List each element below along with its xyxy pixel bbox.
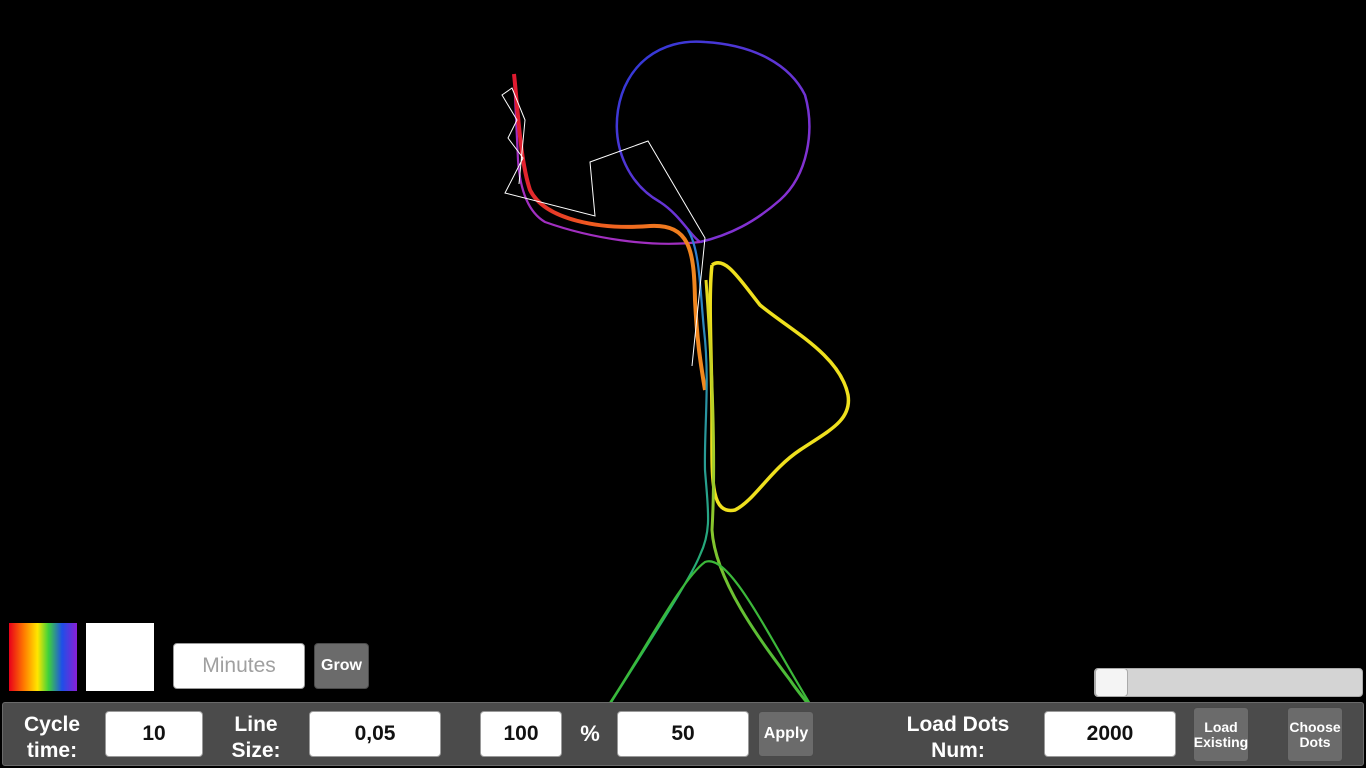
progress-slider[interactable] (1094, 668, 1363, 697)
value-input[interactable]: 50 (617, 711, 749, 757)
load-dots-num-label: Load Dots Num: (906, 713, 1010, 762)
drawing-canvas[interactable] (0, 0, 1366, 700)
slider-thumb[interactable] (1095, 668, 1128, 697)
line-size-input[interactable]: 0,05 (309, 711, 441, 757)
load-dots-num-input[interactable]: 2000 (1044, 711, 1176, 757)
white-color-swatch[interactable] (86, 623, 154, 691)
rainbow-color-swatch[interactable] (9, 623, 77, 691)
percent-input[interactable]: 100 (480, 711, 562, 757)
apply-button[interactable]: Apply (758, 711, 814, 757)
bottom-toolbar: Cycle time: 10 Line Size: 0,05 100 % 50 … (2, 702, 1364, 766)
percent-sign: % (580, 721, 600, 746)
line-size-label: Line Size: (231, 713, 281, 762)
choose-dots-button[interactable]: Choose Dots (1287, 707, 1343, 762)
load-existing-button[interactable]: Load Existing (1193, 707, 1249, 762)
grow-button[interactable]: Grow (314, 643, 369, 689)
cycle-time-label: Cycle time: (23, 713, 81, 762)
cycle-time-input[interactable]: 10 (105, 711, 203, 757)
minutes-input[interactable]: Minutes (173, 643, 305, 689)
